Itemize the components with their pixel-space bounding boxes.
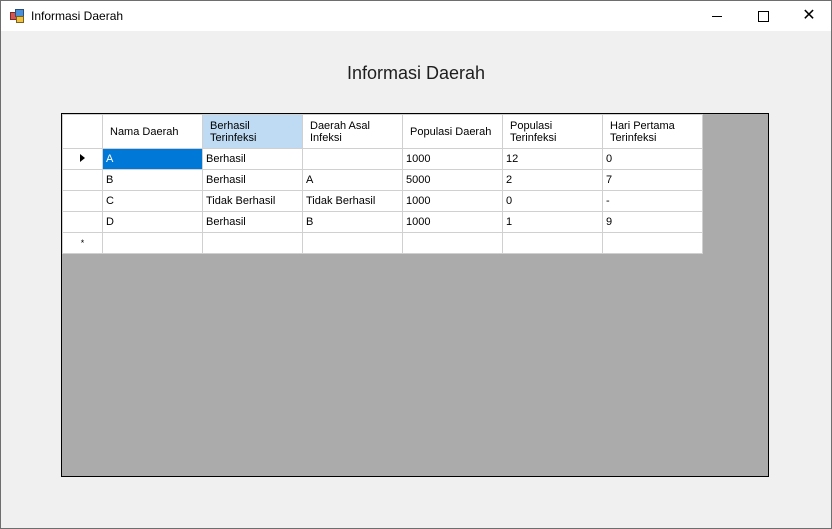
app-form-icon: [10, 9, 24, 23]
grid-cell[interactable]: 5000: [402, 169, 503, 191]
header-row: Nama Daerah Berhasil Terinfeksi Daerah A…: [62, 114, 703, 149]
grid-cell[interactable]: [302, 232, 403, 254]
minimize-button[interactable]: [694, 1, 740, 31]
grid-cell[interactable]: 0: [602, 148, 703, 170]
grid-cell[interactable]: A: [102, 148, 203, 170]
grid-cell[interactable]: 0: [502, 190, 603, 212]
grid-cell[interactable]: A: [302, 169, 403, 191]
title-bar[interactable]: Informasi Daerah ✕: [1, 1, 831, 31]
grid-cell[interactable]: 1: [502, 211, 603, 233]
close-button[interactable]: ✕: [786, 1, 832, 31]
row-header[interactable]: [62, 148, 103, 170]
grid-cell[interactable]: Tidak Berhasil: [302, 190, 403, 212]
column-header[interactable]: Populasi Daerah: [402, 114, 503, 149]
corner-header[interactable]: [62, 114, 103, 149]
row-header[interactable]: [62, 211, 103, 233]
grid-cell[interactable]: [602, 232, 703, 254]
table-row[interactable]: A Berhasil 1000 12 0: [62, 148, 703, 170]
grid-cell[interactable]: [202, 232, 303, 254]
maximize-icon: [757, 10, 769, 22]
grid-cell[interactable]: 1000: [402, 190, 503, 212]
grid-cell[interactable]: 12: [502, 148, 603, 170]
maximize-button[interactable]: [740, 1, 786, 31]
grid-cell[interactable]: D: [102, 211, 203, 233]
grid-cell[interactable]: Tidak Berhasil: [202, 190, 303, 212]
grid-cell[interactable]: 9: [602, 211, 703, 233]
grid-cell[interactable]: [102, 232, 203, 254]
grid-table: Nama Daerah Berhasil Terinfeksi Daerah A…: [62, 114, 703, 254]
row-header[interactable]: [62, 190, 103, 212]
new-row[interactable]: *: [62, 232, 703, 254]
window-title: Informasi Daerah: [31, 9, 124, 23]
grid-cell[interactable]: Berhasil: [202, 148, 303, 170]
grid-cell[interactable]: 1000: [402, 211, 503, 233]
column-header[interactable]: Populasi Terinfeksi: [502, 114, 603, 149]
current-row-arrow-icon: [80, 154, 85, 162]
table-row[interactable]: C Tidak Berhasil Tidak Berhasil 1000 0 -: [62, 190, 703, 212]
grid-cell[interactable]: Berhasil: [202, 169, 303, 191]
column-header[interactable]: Berhasil Terinfeksi: [202, 114, 303, 149]
grid-cell[interactable]: B: [102, 169, 203, 191]
grid-cell[interactable]: [402, 232, 503, 254]
data-grid[interactable]: Nama Daerah Berhasil Terinfeksi Daerah A…: [61, 113, 769, 477]
main-window: Informasi Daerah ✕ Informasi Daerah Nama…: [0, 0, 832, 529]
column-header[interactable]: Hari Pertama Terinfeksi: [602, 114, 703, 149]
grid-cell[interactable]: 2: [502, 169, 603, 191]
grid-cell[interactable]: 7: [602, 169, 703, 191]
close-icon: ✕: [802, 7, 816, 24]
grid-cell[interactable]: [502, 232, 603, 254]
column-header[interactable]: Nama Daerah: [102, 114, 203, 149]
column-header[interactable]: Daerah Asal Infeksi: [302, 114, 403, 149]
table-row[interactable]: D Berhasil B 1000 1 9: [62, 211, 703, 233]
minimize-icon: [712, 15, 722, 17]
grid-cell[interactable]: Berhasil: [202, 211, 303, 233]
row-header[interactable]: [62, 169, 103, 191]
form-heading: Informasi Daerah: [346, 63, 486, 83]
grid-cell[interactable]: C: [102, 190, 203, 212]
grid-cell[interactable]: B: [302, 211, 403, 233]
table-row[interactable]: B Berhasil A 5000 2 7: [62, 169, 703, 191]
new-row-header[interactable]: *: [62, 232, 103, 254]
grid-cell[interactable]: 1000: [402, 148, 503, 170]
grid-cell[interactable]: [302, 148, 403, 170]
grid-cell[interactable]: -: [602, 190, 703, 212]
